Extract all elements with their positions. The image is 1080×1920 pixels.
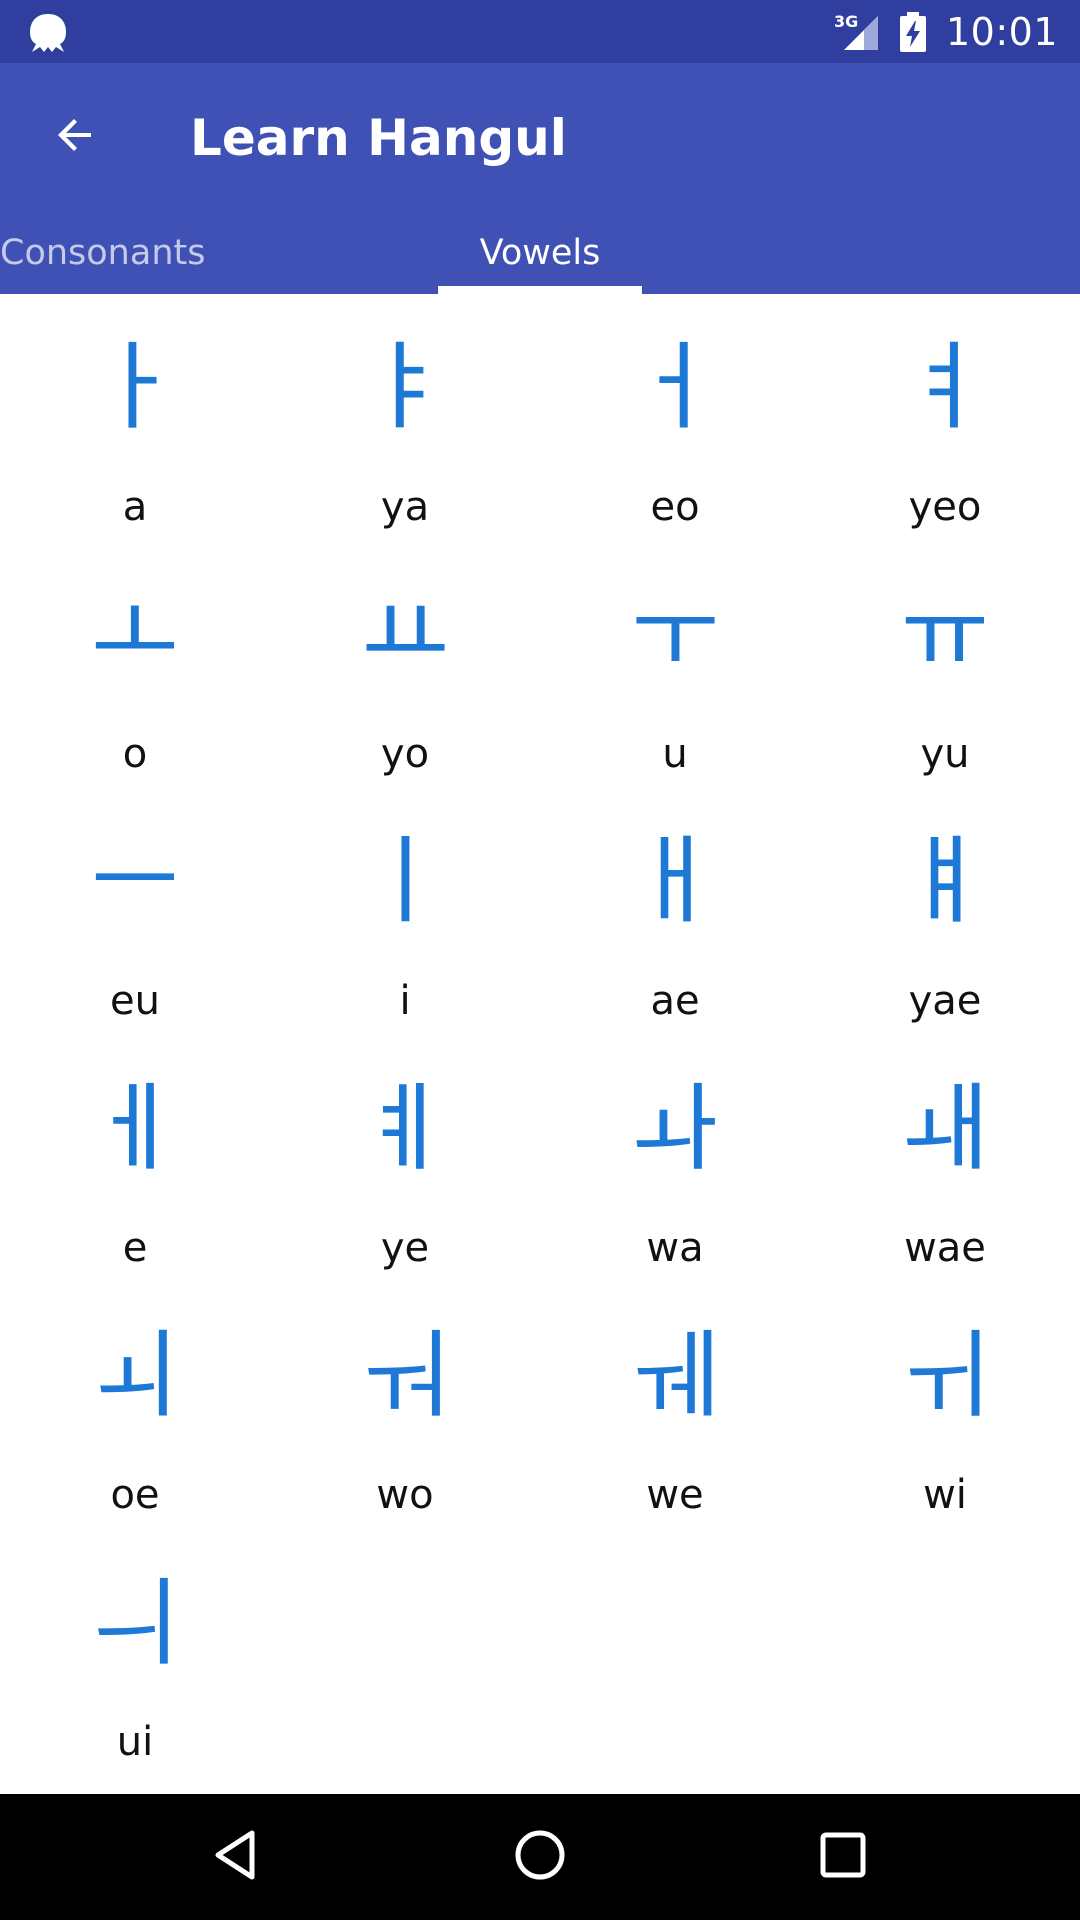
vowel-item-eo[interactable]: ㅓ eo: [540, 294, 810, 541]
vowel-item-eu[interactable]: ㅡ eu: [0, 788, 270, 1035]
hangul-glyph: ㅞ: [630, 1319, 720, 1431]
nav-back-button[interactable]: [196, 1817, 276, 1897]
status-bar: 3G 10:01: [0, 0, 1080, 63]
romanization-label: ui: [116, 1719, 154, 1765]
hangul-glyph: ㅐ: [630, 825, 720, 937]
romanization-label: ye: [380, 1225, 430, 1271]
romanization-label: o: [122, 731, 148, 777]
navigation-bar: [0, 1794, 1080, 1920]
nav-recents-button[interactable]: [803, 1817, 883, 1897]
romanization-label: wo: [376, 1472, 434, 1518]
hangul-glyph: ㅘ: [630, 1072, 720, 1184]
clock: 10:01: [945, 9, 1058, 54]
hangul-glyph: ㅣ: [360, 825, 450, 937]
tab-vowels[interactable]: Vowels: [438, 233, 642, 294]
vowel-item-i[interactable]: ㅣ i: [270, 788, 540, 1035]
arrow-back-icon: [51, 111, 99, 163]
vowel-item-ae[interactable]: ㅐ ae: [540, 788, 810, 1035]
romanization-label: oe: [110, 1472, 160, 1518]
hangul-glyph: ㅕ: [900, 331, 990, 443]
vowel-item-yo[interactable]: ㅛ yo: [270, 541, 540, 788]
romanization-label: i: [399, 978, 411, 1024]
romanization-label: ya: [380, 484, 430, 530]
romanization-label: ae: [650, 978, 700, 1024]
romanization-label: wi: [923, 1472, 967, 1518]
vowel-item-a[interactable]: ㅏ a: [0, 294, 270, 541]
hangul-glyph: ㅜ: [630, 578, 720, 690]
hangul-glyph: ㅔ: [90, 1072, 180, 1184]
hangul-glyph: ㅖ: [360, 1072, 450, 1184]
vowel-item-yae[interactable]: ㅒ yae: [810, 788, 1080, 1035]
romanization-label: wae: [904, 1225, 986, 1271]
hangul-glyph: ㅟ: [900, 1319, 990, 1431]
romanization-label: yu: [920, 731, 970, 777]
hangul-glyph: ㅚ: [90, 1319, 180, 1431]
vowel-item-wae[interactable]: ㅙ wae: [810, 1035, 1080, 1282]
nav-back-icon: [206, 1825, 266, 1889]
hangul-glyph: ㅠ: [900, 578, 990, 690]
vowel-item-e[interactable]: ㅔ e: [0, 1035, 270, 1282]
vowel-item-ya[interactable]: ㅑ ya: [270, 294, 540, 541]
romanization-label: we: [646, 1472, 704, 1518]
romanization-label: eo: [650, 484, 700, 530]
romanization-label: eu: [110, 978, 160, 1024]
vowel-item-u[interactable]: ㅜ u: [540, 541, 810, 788]
romanization-label: wa: [646, 1225, 704, 1271]
tab-indicator: [438, 286, 642, 294]
hangul-glyph: ㅒ: [900, 825, 990, 937]
vowel-item-yeo[interactable]: ㅕ yeo: [810, 294, 1080, 541]
vowel-item-oe[interactable]: ㅚ oe: [0, 1282, 270, 1529]
romanization-label: yo: [380, 731, 430, 777]
nav-home-icon: [510, 1825, 570, 1889]
tab-consonants[interactable]: Consonants: [0, 233, 205, 294]
vowel-item-yu[interactable]: ㅠ yu: [810, 541, 1080, 788]
back-button[interactable]: [40, 102, 110, 172]
nav-recents-icon: [813, 1825, 873, 1889]
vowel-item-ye[interactable]: ㅖ ye: [270, 1035, 540, 1282]
hangul-glyph: ㅛ: [360, 578, 450, 690]
nav-home-button[interactable]: [500, 1817, 580, 1897]
hangul-glyph: ㅑ: [360, 331, 450, 443]
hangul-glyph: ㅗ: [90, 578, 180, 690]
vowel-item-wo[interactable]: ㅝ wo: [270, 1282, 540, 1529]
romanization-label: yeo: [908, 484, 982, 530]
signal-icon: 3G: [834, 12, 880, 52]
hangul-glyph: ㅏ: [90, 331, 180, 443]
page-title: Learn Hangul: [190, 109, 567, 167]
hangul-glyph: ㅢ: [90, 1566, 180, 1678]
romanization-label: yae: [908, 978, 982, 1024]
hangul-glyph: ㅝ: [360, 1319, 450, 1431]
vowel-item-we[interactable]: ㅞ we: [540, 1282, 810, 1529]
vowel-grid: ㅏ a ㅑ ya ㅓ eo ㅕ yeo ㅗ o ㅛ yo ㅜ u ㅠ yu ㅡ …: [0, 294, 1080, 1794]
app-bar: Learn Hangul Consonants Vowels: [0, 63, 1080, 294]
octopus-icon: [26, 12, 70, 54]
vowel-item-wa[interactable]: ㅘ wa: [540, 1035, 810, 1282]
vowel-item-o[interactable]: ㅗ o: [0, 541, 270, 788]
hangul-glyph: ㅓ: [630, 331, 720, 443]
hangul-glyph: ㅙ: [900, 1072, 990, 1184]
hangul-glyph: ㅡ: [90, 825, 180, 937]
romanization-label: a: [122, 484, 148, 530]
romanization-label: e: [122, 1225, 148, 1271]
romanization-label: u: [662, 731, 688, 777]
vowel-item-ui[interactable]: ㅢ ui: [0, 1529, 270, 1776]
vowel-item-wi[interactable]: ㅟ wi: [810, 1282, 1080, 1529]
battery-charging-icon: [898, 11, 928, 52]
